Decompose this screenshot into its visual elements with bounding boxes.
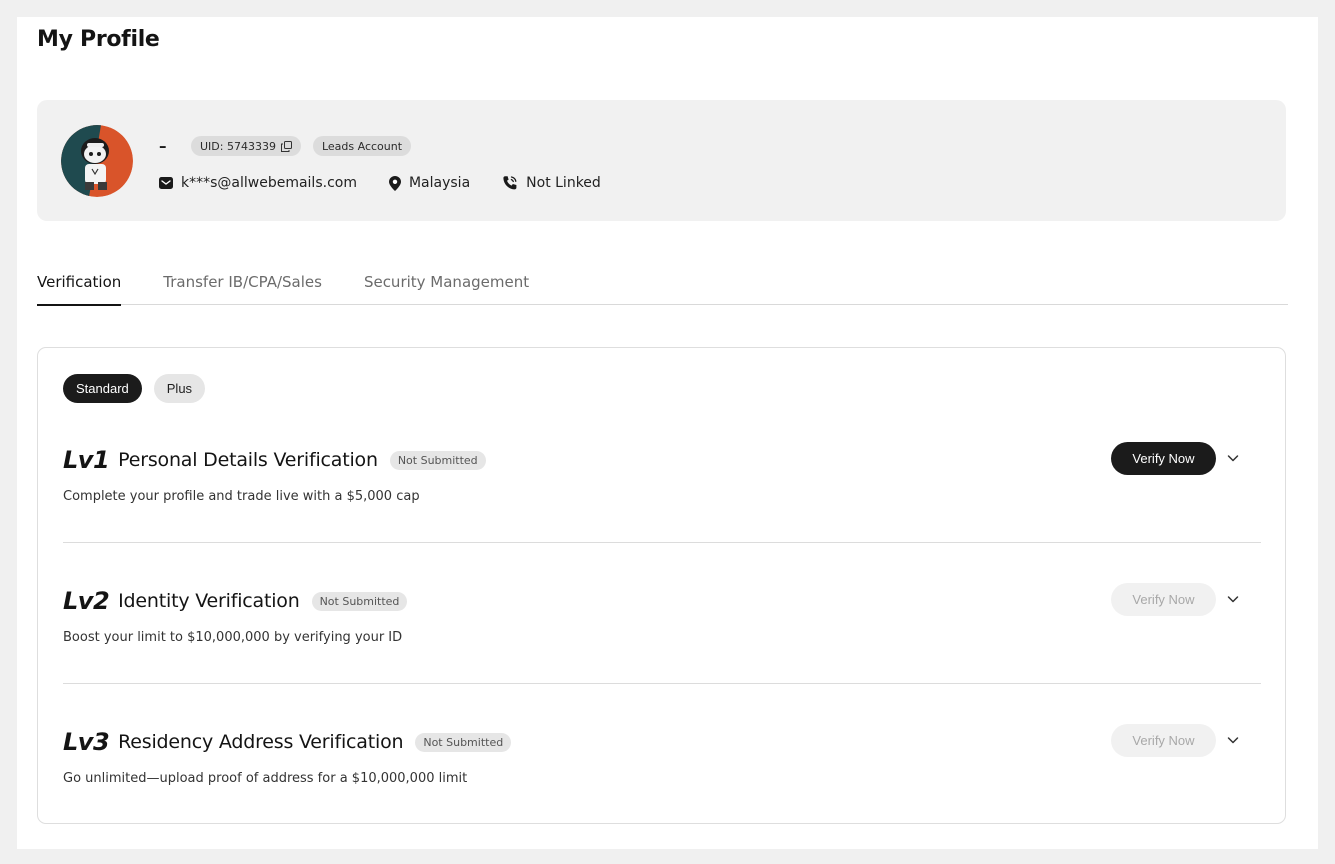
account-type-chip: Leads Account [312,136,412,156]
map-pin-icon [388,175,401,191]
level-3-row: Lv3 Residency Address Verification Not S… [63,724,1261,807]
email-item: k***s@allwebemails.com [159,175,357,191]
profile-card: – UID: 5743339 Leads Account k***s@allwe… [37,100,1286,221]
email-text: k***s@allwebemails.com [181,175,357,191]
level-3-description: Go unlimited—upload proof of address for… [63,771,468,786]
standard-toggle-button[interactable]: Standard [63,374,142,403]
chevron-down-icon[interactable] [1225,591,1241,607]
uid-chip: UID: 5743339 [191,136,301,156]
level-2-verify-button[interactable]: Verify Now [1111,583,1216,616]
level-2-title: Identity Verification [118,590,300,612]
chevron-down-icon[interactable] [1225,450,1241,466]
level-2-header: Lv2 Identity Verification Not Submitted [63,586,408,616]
profile-tabs: Verification Transfer IB/CPA/Sales Secur… [37,272,1288,306]
verification-panel: Standard Plus Lv1 Personal Details Verif… [37,347,1286,824]
level-1-verify-button[interactable]: Verify Now [1111,442,1216,475]
level-3-title: Residency Address Verification [118,731,404,753]
envelope-icon [159,177,173,189]
level-2-status-badge: Not Submitted [311,591,408,611]
level-1-row: Lv1 Personal Details Verification Not Su… [63,442,1261,543]
level-2-row: Lv2 Identity Verification Not Submitted … [63,583,1261,684]
country-text: Malaysia [408,175,471,191]
profile-name: – [159,137,167,155]
copy-icon[interactable] [280,140,292,152]
level-1-description: Complete your profile and trade live wit… [63,489,420,504]
level-2-tag: Lv2 [63,587,110,615]
level-3-status-badge: Not Submitted [415,732,512,752]
level-1-tag: Lv1 [63,446,110,474]
tab-verification[interactable]: Verification [37,272,122,306]
phone-icon [502,175,518,191]
chevron-down-icon[interactable] [1225,732,1241,748]
uid-label: UID: 5743339 [200,139,276,153]
tab-security-management[interactable]: Security Management [364,272,529,305]
level-3-tag: Lv3 [63,728,110,756]
profile-contact-row: k***s@allwebemails.com Malaysia Not Link… [159,172,633,194]
phone-status-text: Not Linked [526,175,601,191]
page-title: My Profile [37,27,160,52]
plus-toggle-button[interactable]: Plus [153,374,206,403]
verification-type-toggle: Standard Plus [63,374,206,403]
level-1-title: Personal Details Verification [118,449,378,471]
level-3-header: Lv3 Residency Address Verification Not S… [63,727,512,757]
phone-item: Not Linked [502,175,601,191]
level-1-status-badge: Not Submitted [389,450,486,470]
profile-page: My Profile – UID: 5743339 Leads Account … [17,17,1318,849]
profile-name-row: – UID: 5743339 Leads Account [159,135,412,157]
level-3-verify-button[interactable]: Verify Now [1111,724,1216,757]
level-1-header: Lv1 Personal Details Verification Not Su… [63,445,486,475]
tab-transfer-ib-cpa-sales[interactable]: Transfer IB/CPA/Sales [163,272,322,305]
location-item: Malaysia [388,175,471,191]
avatar[interactable] [61,125,133,197]
level-2-description: Boost your limit to $10,000,000 by verif… [63,630,403,645]
